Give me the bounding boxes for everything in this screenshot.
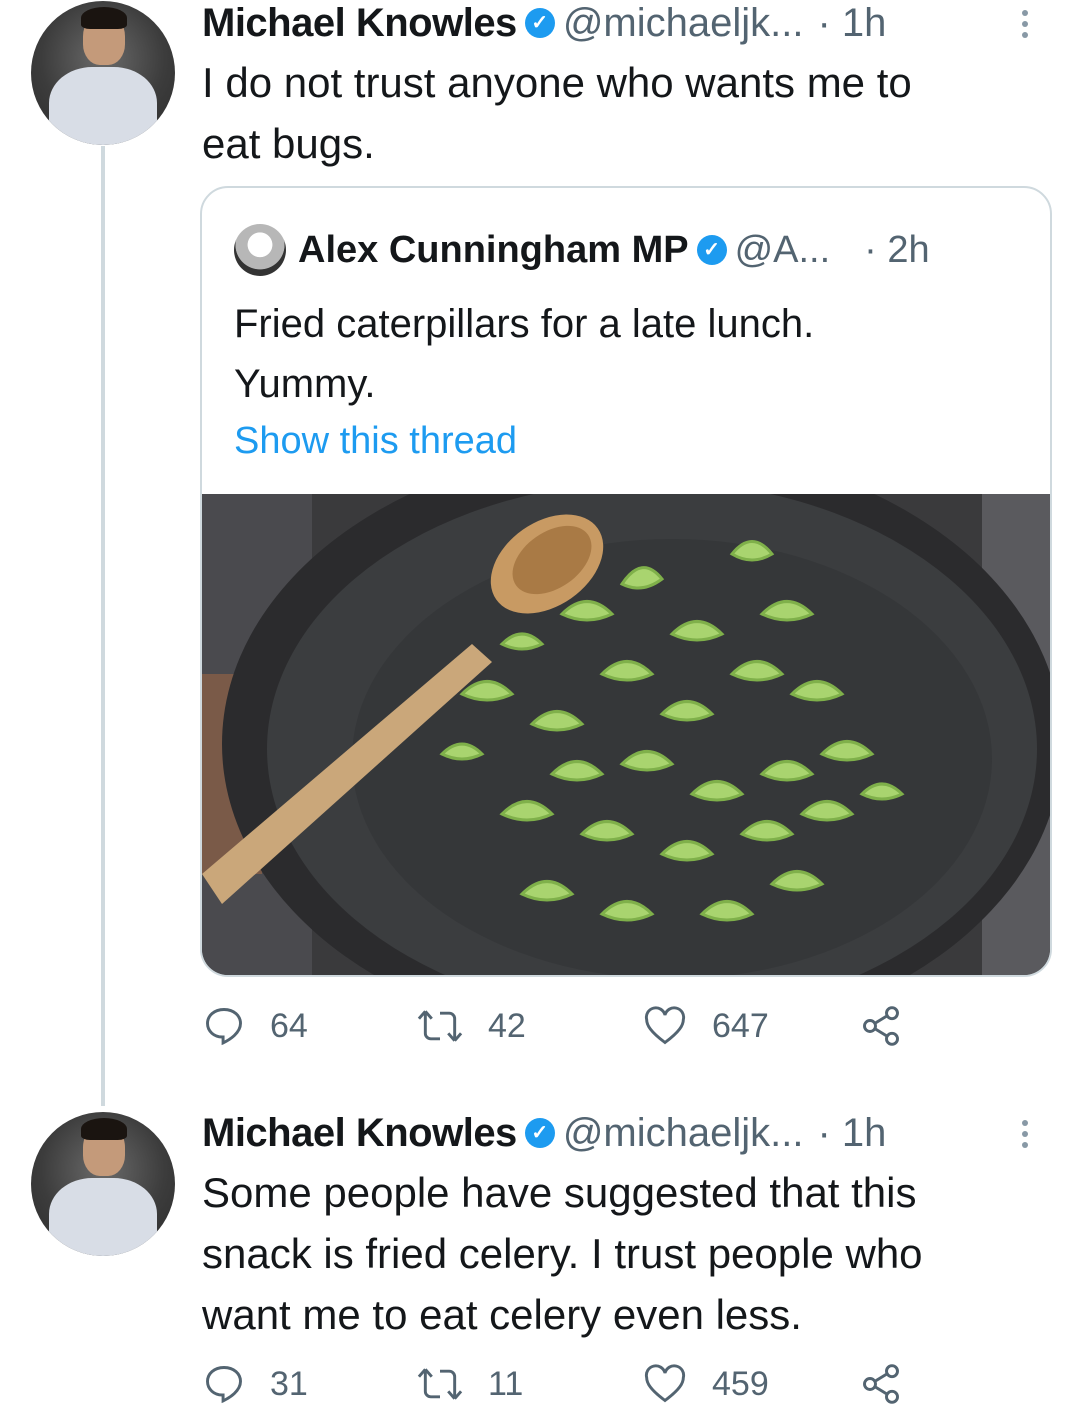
reply-icon	[206, 1366, 242, 1404]
retweet-icon	[417, 1010, 463, 1042]
like-button[interactable]: 647	[642, 1004, 769, 1048]
quoted-author-handle: @A...	[734, 228, 831, 271]
verified-badge-icon: ✓	[696, 235, 727, 265]
retweet-button[interactable]: 11	[416, 1362, 523, 1406]
retweet-icon	[417, 1368, 463, 1400]
quoted-avatar	[234, 224, 286, 276]
quoted-tweet-card[interactable]: Alex Cunningham MP ✓ @A... · 2h Fried ca…	[200, 186, 1052, 977]
quoted-tweet-text: Fried caterpillars for a late lunch. Yum…	[234, 294, 814, 414]
verified-badge-icon: ✓	[524, 8, 555, 38]
heart-icon	[644, 1006, 686, 1045]
retweet-count: 11	[488, 1364, 524, 1403]
tweet-text-line: want me to eat celery even less.	[202, 1291, 802, 1338]
tweet-text: Some people have suggested that this sna…	[202, 1162, 923, 1345]
tweet-header: Michael Knowles ✓ @michaeljk... · 1h	[202, 0, 886, 46]
share-button[interactable]	[858, 1362, 928, 1406]
quoted-photo[interactable]	[202, 494, 1050, 975]
tweet-text-line: Some people have suggested that this	[202, 1169, 917, 1216]
avatar[interactable]	[31, 1, 175, 145]
heart-icon	[644, 1364, 686, 1403]
reply-icon	[206, 1008, 242, 1046]
share-icon	[863, 1006, 899, 1046]
thread-connector-line	[101, 146, 105, 1106]
quoted-text-line: Fried caterpillars for a late lunch.	[234, 302, 815, 346]
tweet-text: I do not trust anyone who wants me to ea…	[202, 52, 912, 174]
tweet-text-line: eat bugs.	[202, 120, 375, 167]
show-thread-link[interactable]: Show this thread	[234, 420, 517, 463]
author-name[interactable]: Michael Knowles	[202, 1, 517, 46]
retweet-button[interactable]: 42	[416, 1004, 526, 1048]
like-count: 459	[712, 1364, 769, 1403]
timestamp[interactable]: · 1h	[817, 1, 886, 46]
like-button[interactable]: 459	[642, 1362, 769, 1406]
reply-count: 64	[270, 1006, 308, 1045]
tweet-header: Michael Knowles ✓ @michaeljk... · 1h	[202, 1110, 886, 1156]
tweet-text-line: snack is fried celery. I trust people wh…	[202, 1230, 923, 1277]
author-name[interactable]: Michael Knowles	[202, 1111, 517, 1156]
tweet-text-line: I do not trust anyone who wants me to	[202, 59, 912, 106]
author-handle[interactable]: @michaeljk...	[563, 1111, 804, 1156]
timestamp[interactable]: · 1h	[817, 1111, 886, 1156]
reply-button[interactable]: 64	[202, 1004, 308, 1048]
quoted-timestamp: · 2h	[864, 228, 930, 271]
tweet-actions: 31 11 459	[202, 1362, 922, 1412]
share-button[interactable]	[858, 1004, 928, 1048]
verified-badge-icon: ✓	[524, 1118, 555, 1148]
reply-button[interactable]: 31	[202, 1362, 308, 1406]
share-icon	[863, 1364, 899, 1404]
retweet-count: 42	[488, 1006, 526, 1045]
more-vertical-icon[interactable]	[1022, 10, 1030, 43]
reply-count: 31	[270, 1364, 308, 1403]
quoted-text-line: Yummy.	[234, 362, 376, 406]
more-vertical-icon[interactable]	[1022, 1120, 1030, 1153]
like-count: 647	[712, 1006, 769, 1045]
author-handle[interactable]: @michaeljk...	[563, 1, 804, 46]
quoted-author-name: Alex Cunningham MP	[298, 228, 689, 271]
tweet-actions: 64 42 647	[202, 1004, 922, 1054]
avatar[interactable]	[31, 1112, 175, 1256]
quoted-tweet-header: Alex Cunningham MP ✓ @A... · 2h	[234, 224, 930, 276]
